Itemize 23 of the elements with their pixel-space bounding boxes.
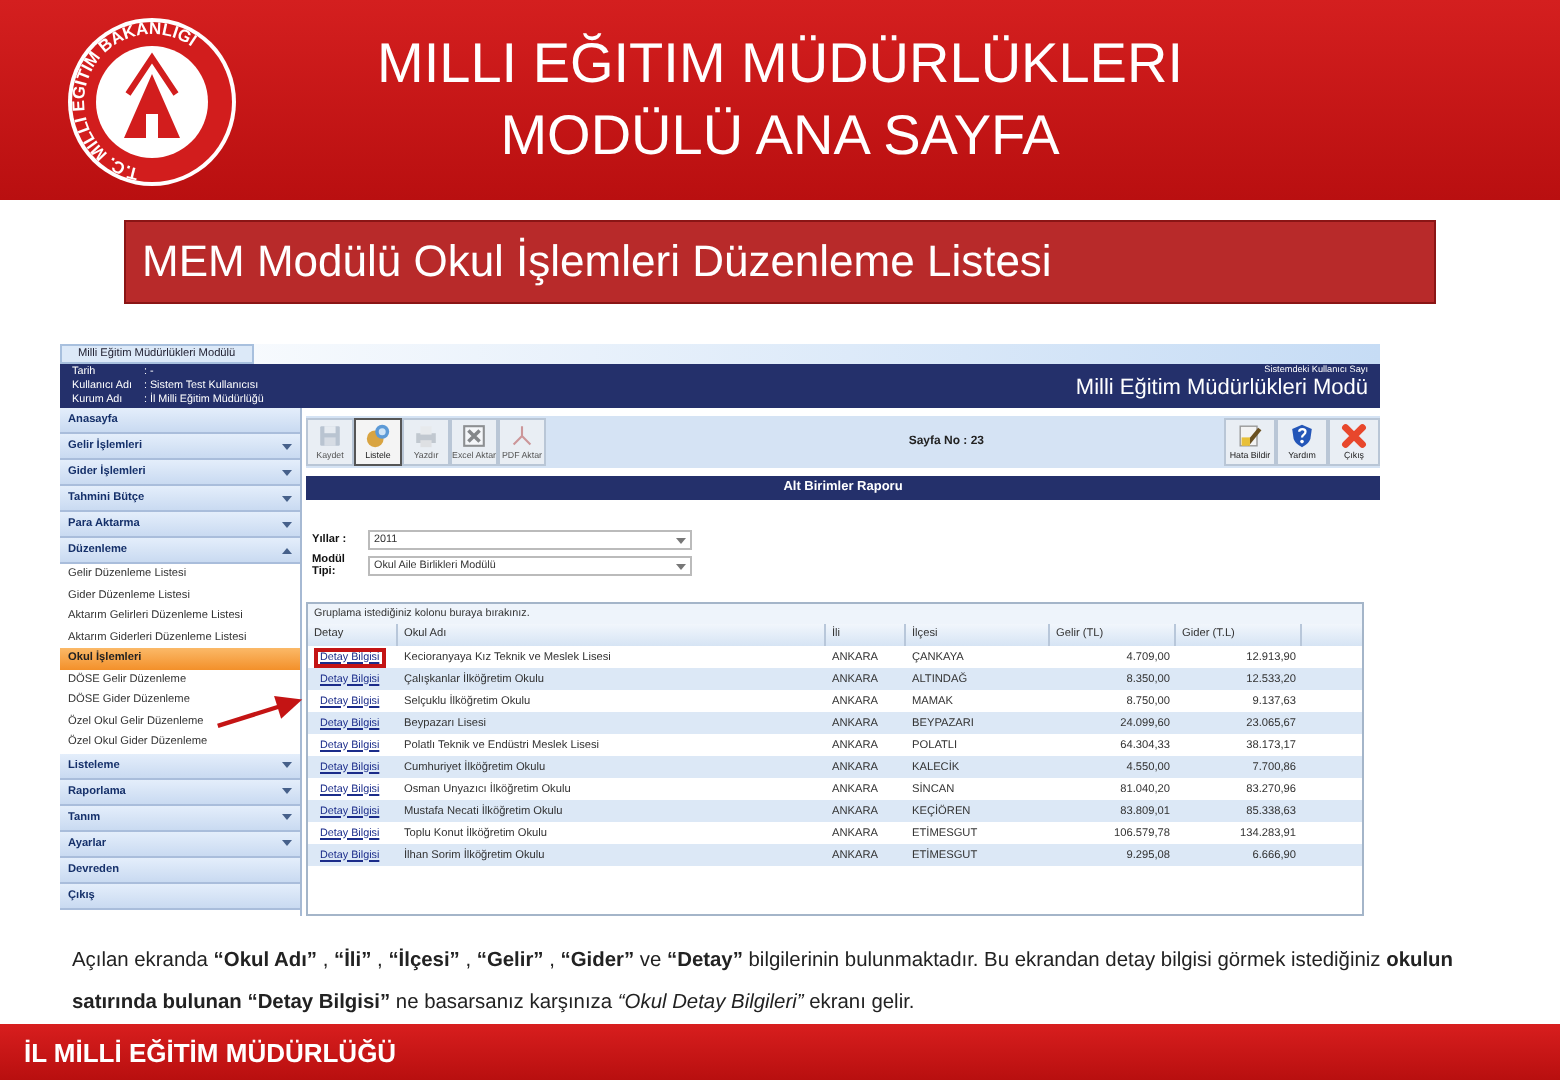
caret-icon xyxy=(282,443,292,449)
caret-icon xyxy=(282,521,292,527)
document-pencil-icon xyxy=(1236,422,1264,450)
footer-label: İL MİLLİ EĞİTİM MÜDÜRLÜĞÜ xyxy=(0,1024,1560,1080)
printer-icon xyxy=(412,422,440,450)
magnifier-icon xyxy=(364,422,392,450)
caret-icon xyxy=(282,495,292,501)
section-heading: MEM Modülü Okul İşlemleri Düzenleme Listesi xyxy=(124,220,1436,304)
spreadsheet-icon xyxy=(460,422,488,450)
caret-icon xyxy=(282,814,292,820)
caret-icon xyxy=(282,788,292,794)
caret-icon xyxy=(282,547,292,553)
app-title: Milli Eğitim Müdürlükleri Modü xyxy=(1075,376,1368,400)
caret-icon xyxy=(676,564,686,570)
page-title: MILLI EĞITIM MÜDÜRLÜKLERI MODÜLÜ ANA SAYFA xyxy=(375,30,1185,170)
caret-icon xyxy=(282,469,292,475)
caret-icon xyxy=(282,840,292,846)
shield-question-icon xyxy=(1288,422,1316,450)
close-icon xyxy=(1340,422,1368,450)
caret-icon xyxy=(676,538,686,544)
caret-icon xyxy=(282,762,292,768)
pdf-icon xyxy=(508,422,536,450)
description-text: Açılan ekranda “Okul Adı” , “İli” , “İlçesi” , “Gelir” , “Gider” ve “Detay” bilgilerinin bulunmaktadır. Bu ekrandan detay bilgisi görmek istediğiniz okulun satırında bulunan “Detay Bilgisi” ne basarsanız karşınıza “Okul Detay Bilgileri” ekranı gelir. xyxy=(70,946,1455,1018)
